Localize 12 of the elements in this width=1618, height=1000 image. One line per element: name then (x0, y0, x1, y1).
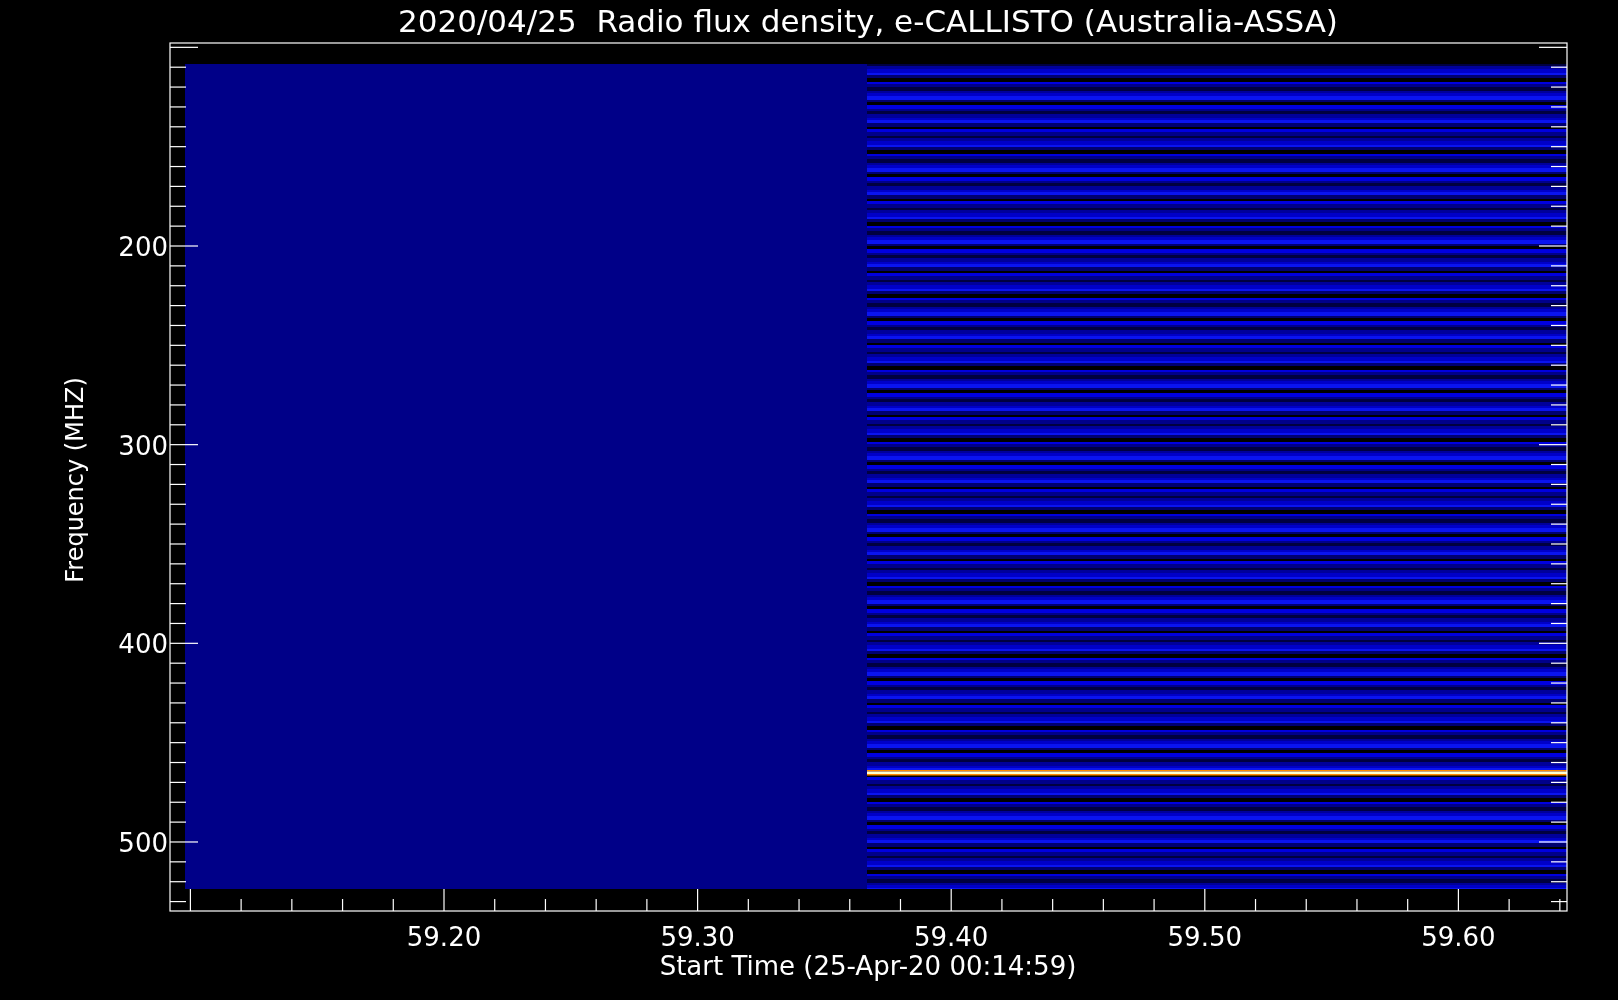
y-tick-label: 200 (118, 232, 168, 262)
y-tick-label: 500 (118, 828, 168, 858)
x-tick-label: 59.60 (1421, 922, 1496, 952)
x-tick-label: 59.50 (1167, 922, 1242, 952)
x-tick-label: 59.20 (406, 922, 482, 952)
y-axis-label: Frequency (MHZ) (61, 377, 89, 583)
y-tick-label: 300 (118, 430, 168, 461)
x-tick-label: 59.30 (660, 922, 735, 952)
chart-title: 2020/04/25 Radio flux density, e-CALLISTO (Australia-ASSA) (398, 3, 1338, 39)
x-axis-label: Start Time (25-Apr-20 00:14:59) (659, 951, 1077, 981)
y-tick-label: 400 (118, 629, 168, 660)
x-tick-label: 59.40 (914, 922, 989, 952)
